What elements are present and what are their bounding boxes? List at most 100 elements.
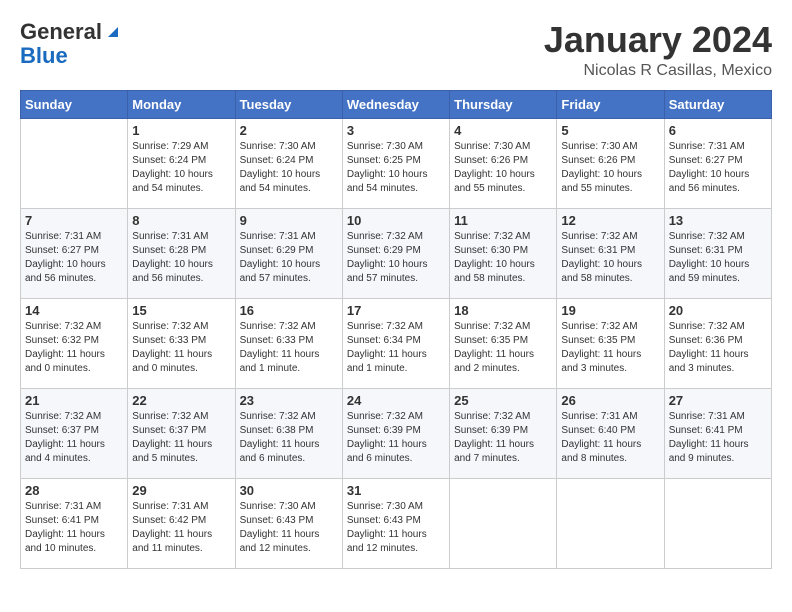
daylight-text: Daylight: 11 hours and 5 minutes.	[132, 439, 212, 464]
day-info: Sunrise: 7:31 AMSunset: 6:42 PMDaylight:…	[132, 500, 230, 556]
calendar-week-row: 14Sunrise: 7:32 AMSunset: 6:32 PMDayligh…	[21, 298, 772, 388]
calendar-cell: 15 Sunrise: 7:32 AMSunset: 6:33 PMDayligh…	[128, 298, 235, 388]
calendar-cell: 17Sunrise: 7:32 AMSunset: 6:34 PMDayligh…	[342, 298, 449, 388]
sunrise-text: Sunrise: 7:30 AM	[240, 501, 316, 512]
daylight-text: Daylight: 10 hours and 56 minutes.	[669, 169, 750, 194]
sunrise-text: Sunrise: 7:32 AM	[347, 231, 423, 242]
day-number: 18	[454, 303, 552, 318]
sunset-text: Sunset: 6:33 PM	[240, 335, 314, 346]
page-header: General Blue January 2024 Nicolas R Casi…	[20, 20, 772, 80]
day-number: 26	[561, 393, 659, 408]
calendar-cell: 21Sunrise: 7:32 AMSunset: 6:37 PMDayligh…	[21, 388, 128, 478]
sunset-text: Sunset: 6:31 PM	[669, 245, 743, 256]
day-number: 16	[240, 303, 338, 318]
daylight-text: Daylight: 10 hours and 56 minutes.	[25, 259, 106, 284]
day-info: Sunrise: 7:29 AMSunset: 6:24 PMDaylight:…	[132, 140, 230, 196]
calendar-cell: 18Sunrise: 7:32 AMSunset: 6:35 PMDayligh…	[450, 298, 557, 388]
sunrise-text: Sunrise: 7:31 AM	[132, 501, 208, 512]
sunset-text: Sunset: 6:37 PM	[25, 425, 99, 436]
day-number: 12	[561, 213, 659, 228]
daylight-text: Daylight: 10 hours and 55 minutes.	[454, 169, 535, 194]
sunset-text: Sunset: 6:27 PM	[25, 245, 99, 256]
sunset-text: Sunset: 6:29 PM	[240, 245, 314, 256]
day-number: 11	[454, 213, 552, 228]
sunset-text: Sunset: 6:40 PM	[561, 425, 635, 436]
day-info: Sunrise: 7:31 AMSunset: 6:40 PMDaylight:…	[561, 410, 659, 466]
location-text: Nicolas R Casillas, Mexico	[544, 62, 772, 80]
calendar-day-header: Monday	[128, 90, 235, 118]
day-info: Sunrise: 7:32 AMSunset: 6:33 PMDaylight:…	[240, 320, 338, 376]
calendar-cell: 12 Sunrise: 7:32 AMSunset: 6:31 PMDayligh…	[557, 208, 664, 298]
day-info: Sunrise: 7:31 AMSunset: 6:41 PMDaylight:…	[25, 500, 123, 556]
calendar-week-row: 21Sunrise: 7:32 AMSunset: 6:37 PMDayligh…	[21, 388, 772, 478]
day-info: Sunrise: 7:32 AMSunset: 6:31 PMDaylight:…	[669, 230, 767, 286]
day-info: Sunrise: 7:32 AMSunset: 6:33 PMDaylight:…	[132, 320, 230, 376]
calendar-week-row: 28Sunrise: 7:31 AMSunset: 6:41 PMDayligh…	[21, 478, 772, 568]
day-info: Sunrise: 7:32 AMSunset: 6:31 PMDaylight:…	[561, 230, 659, 286]
calendar-day-header: Sunday	[21, 90, 128, 118]
sunset-text: Sunset: 6:41 PM	[669, 425, 743, 436]
calendar-cell: 3Sunrise: 7:30 AMSunset: 6:25 PMDaylight…	[342, 118, 449, 208]
calendar-cell: 16 Sunrise: 7:32 AMSunset: 6:33 PMDayligh…	[235, 298, 342, 388]
sunrise-text: Sunrise: 7:32 AM	[454, 321, 530, 332]
daylight-text: Daylight: 11 hours and 1 minute.	[240, 349, 320, 374]
calendar-cell: 10 Sunrise: 7:32 AMSunset: 6:29 PMDayligh…	[342, 208, 449, 298]
sunrise-text: Sunrise: 7:30 AM	[561, 141, 637, 152]
sunset-text: Sunset: 6:43 PM	[347, 515, 421, 526]
sunset-text: Sunset: 6:39 PM	[347, 425, 421, 436]
logo: General Blue	[20, 20, 120, 68]
day-number: 2	[240, 123, 338, 138]
day-number: 15	[132, 303, 230, 318]
sunrise-text: Sunrise: 7:30 AM	[347, 501, 423, 512]
calendar-day-header: Saturday	[664, 90, 771, 118]
daylight-text: Daylight: 11 hours and 0 minutes.	[132, 349, 212, 374]
calendar-cell: 22Sunrise: 7:32 AMSunset: 6:37 PMDayligh…	[128, 388, 235, 478]
calendar-cell: 25Sunrise: 7:32 AMSunset: 6:39 PMDayligh…	[450, 388, 557, 478]
sunrise-text: Sunrise: 7:30 AM	[454, 141, 530, 152]
logo-icon	[104, 23, 120, 39]
day-info: Sunrise: 7:31 AMSunset: 6:27 PMDaylight:…	[25, 230, 123, 286]
sunset-text: Sunset: 6:26 PM	[454, 155, 528, 166]
day-info: Sunrise: 7:32 AMSunset: 6:36 PMDaylight:…	[669, 320, 767, 376]
day-number: 3	[347, 123, 445, 138]
daylight-text: Daylight: 10 hours and 55 minutes.	[561, 169, 642, 194]
calendar-cell: 30Sunrise: 7:30 AMSunset: 6:43 PMDayligh…	[235, 478, 342, 568]
sunset-text: Sunset: 6:38 PM	[240, 425, 314, 436]
daylight-text: Daylight: 11 hours and 1 minute.	[347, 349, 427, 374]
daylight-text: Daylight: 11 hours and 2 minutes.	[454, 349, 534, 374]
day-info: Sunrise: 7:32 AMSunset: 6:35 PMDaylight:…	[561, 320, 659, 376]
daylight-text: Daylight: 11 hours and 3 minutes.	[561, 349, 641, 374]
daylight-text: Daylight: 11 hours and 10 minutes.	[25, 529, 105, 554]
calendar-cell: 14Sunrise: 7:32 AMSunset: 6:32 PMDayligh…	[21, 298, 128, 388]
day-info: Sunrise: 7:31 AMSunset: 6:27 PMDaylight:…	[669, 140, 767, 196]
daylight-text: Daylight: 11 hours and 12 minutes.	[347, 529, 427, 554]
daylight-text: Daylight: 11 hours and 6 minutes.	[347, 439, 427, 464]
daylight-text: Daylight: 10 hours and 57 minutes.	[240, 259, 321, 284]
sunset-text: Sunset: 6:33 PM	[132, 335, 206, 346]
calendar-cell	[557, 478, 664, 568]
daylight-text: Daylight: 11 hours and 6 minutes.	[240, 439, 320, 464]
calendar-cell	[664, 478, 771, 568]
day-info: Sunrise: 7:32 AMSunset: 6:30 PMDaylight:…	[454, 230, 552, 286]
sunrise-text: Sunrise: 7:29 AM	[132, 141, 208, 152]
sunset-text: Sunset: 6:25 PM	[347, 155, 421, 166]
day-info: Sunrise: 7:32 AMSunset: 6:39 PMDaylight:…	[454, 410, 552, 466]
calendar-cell	[21, 118, 128, 208]
calendar-cell: 2Sunrise: 7:30 AMSunset: 6:24 PMDaylight…	[235, 118, 342, 208]
daylight-text: Daylight: 10 hours and 54 minutes.	[132, 169, 213, 194]
sunset-text: Sunset: 6:39 PM	[454, 425, 528, 436]
calendar-cell: 4Sunrise: 7:30 AMSunset: 6:26 PMDaylight…	[450, 118, 557, 208]
day-number: 27	[669, 393, 767, 408]
sunrise-text: Sunrise: 7:32 AM	[347, 411, 423, 422]
day-number: 5	[561, 123, 659, 138]
day-info: Sunrise: 7:32 AMSunset: 6:34 PMDaylight:…	[347, 320, 445, 376]
day-info: Sunrise: 7:32 AMSunset: 6:29 PMDaylight:…	[347, 230, 445, 286]
daylight-text: Daylight: 10 hours and 54 minutes.	[240, 169, 321, 194]
calendar-cell: 11 Sunrise: 7:32 AMSunset: 6:30 PMDayligh…	[450, 208, 557, 298]
day-number: 10	[347, 213, 445, 228]
logo-blue-text: Blue	[20, 44, 120, 68]
sunrise-text: Sunrise: 7:31 AM	[669, 141, 745, 152]
calendar-cell: 5Sunrise: 7:30 AMSunset: 6:26 PMDaylight…	[557, 118, 664, 208]
calendar-cell: 28Sunrise: 7:31 AMSunset: 6:41 PMDayligh…	[21, 478, 128, 568]
day-number: 9	[240, 213, 338, 228]
